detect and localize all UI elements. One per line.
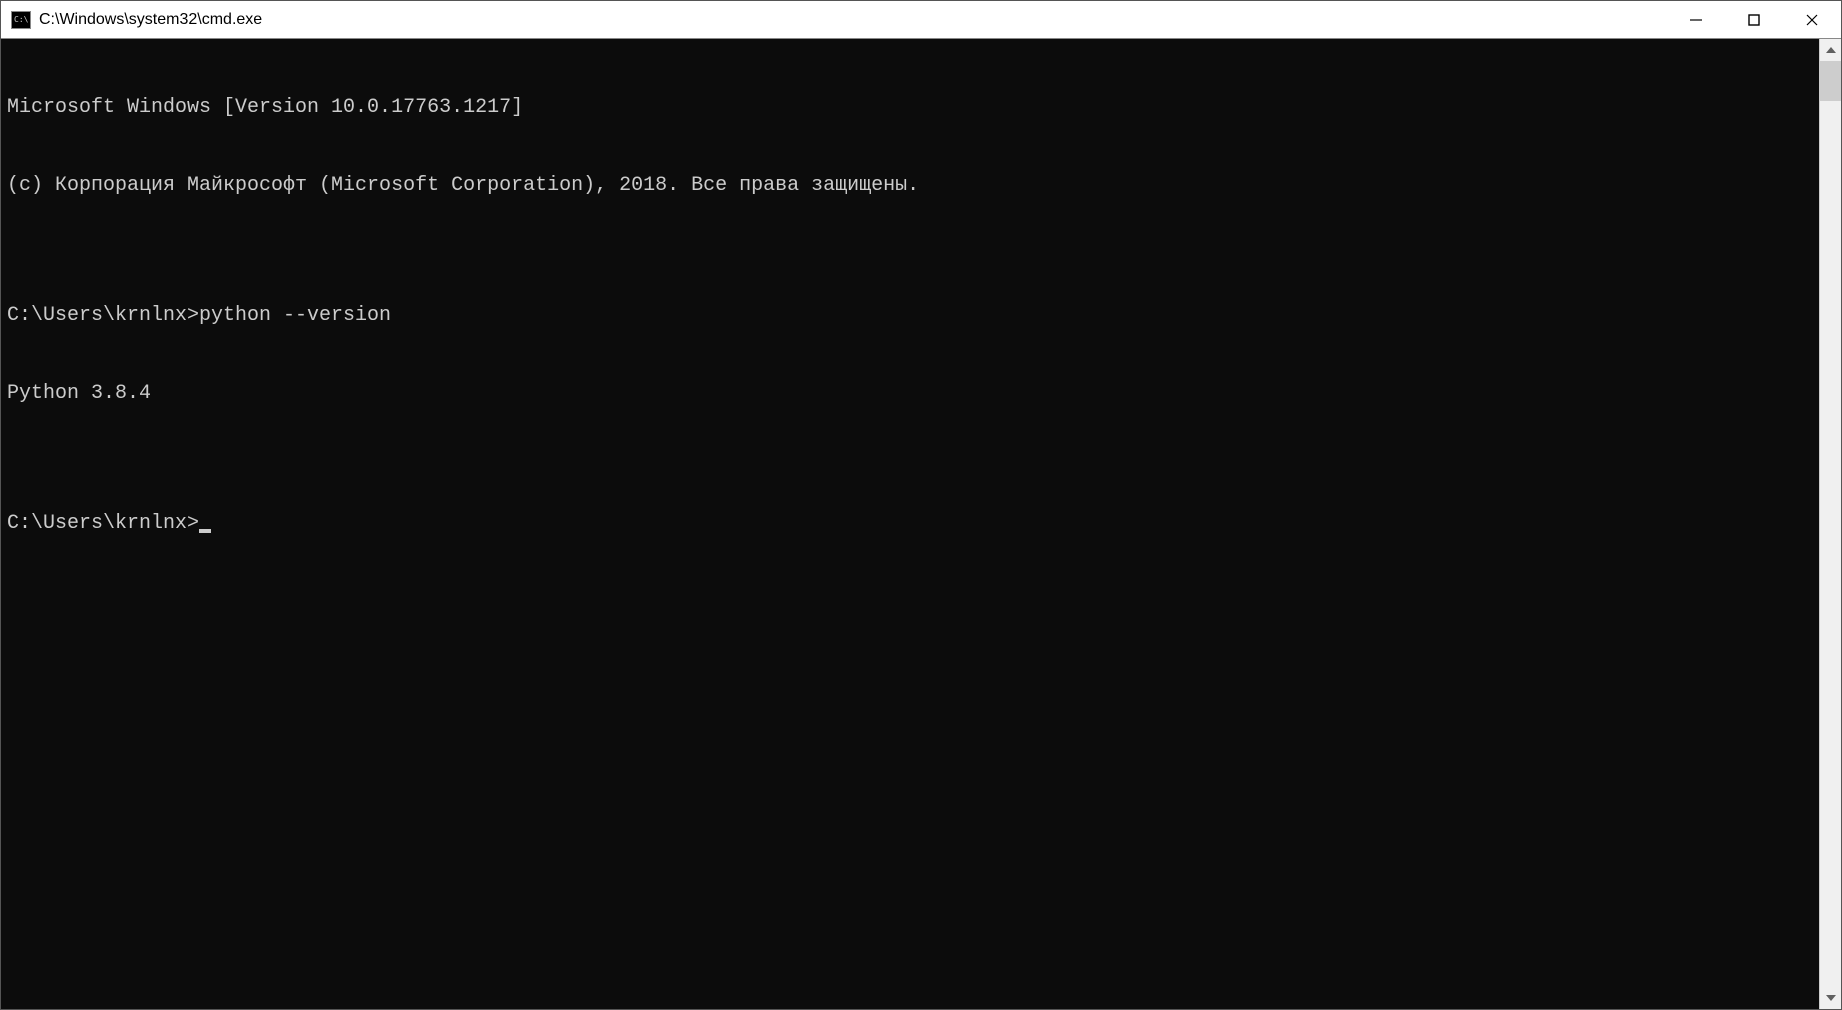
scroll-thumb[interactable] (1820, 61, 1841, 101)
terminal-line: (c) Корпорация Майкрософт (Microsoft Cor… (7, 173, 1813, 199)
prompt: C:\Users\krnlnx> (7, 511, 199, 537)
minimize-icon (1689, 13, 1703, 27)
minimize-button[interactable] (1667, 1, 1725, 38)
scroll-down-button[interactable] (1820, 987, 1841, 1009)
prompt: C:\Users\krnlnx> (7, 303, 199, 329)
close-icon (1805, 13, 1819, 27)
cmd-icon (11, 11, 31, 29)
chevron-up-icon (1826, 47, 1836, 53)
vertical-scrollbar[interactable] (1819, 39, 1841, 1009)
maximize-icon (1747, 13, 1761, 27)
terminal-line: C:\Users\krnlnx>python --version (7, 303, 1813, 329)
titlebar-left: C:\Windows\system32\cmd.exe (11, 11, 262, 29)
scroll-up-button[interactable] (1820, 39, 1841, 61)
terminal-line: Python 3.8.4 (7, 381, 1813, 407)
terminal-line: C:\Users\krnlnx> (7, 511, 1813, 537)
cursor (199, 529, 211, 533)
maximize-button[interactable] (1725, 1, 1783, 38)
window-controls (1667, 1, 1841, 38)
cmd-window: C:\Windows\system32\cmd.exe Microsoft Wi… (0, 0, 1842, 1010)
content-area: Microsoft Windows [Version 10.0.17763.12… (1, 39, 1841, 1009)
entered-command: python --version (199, 303, 391, 329)
scroll-track[interactable] (1820, 61, 1841, 987)
titlebar[interactable]: C:\Windows\system32\cmd.exe (1, 1, 1841, 39)
chevron-down-icon (1826, 995, 1836, 1001)
close-button[interactable] (1783, 1, 1841, 38)
window-title: C:\Windows\system32\cmd.exe (39, 11, 262, 29)
terminal-output[interactable]: Microsoft Windows [Version 10.0.17763.12… (1, 39, 1819, 1009)
terminal-line: Microsoft Windows [Version 10.0.17763.12… (7, 95, 1813, 121)
